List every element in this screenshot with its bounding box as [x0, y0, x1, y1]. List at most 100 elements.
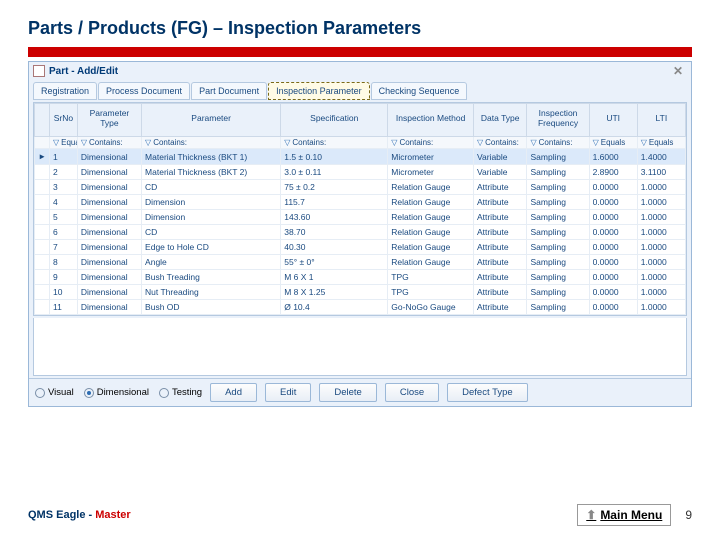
cell: 115.7: [281, 195, 388, 210]
row-indicator-icon: ▸: [35, 149, 50, 165]
close-icon[interactable]: ✕: [669, 64, 687, 78]
row-indicator-icon: [35, 225, 50, 240]
col-rowheader: [35, 104, 50, 137]
filter-lti[interactable]: ▽Equals: [637, 137, 685, 149]
col-param[interactable]: Parameter: [142, 104, 281, 137]
cell: CD: [142, 180, 281, 195]
radio-dimensional[interactable]: Dimensional: [84, 387, 149, 398]
cell: 0.0000: [589, 255, 637, 270]
cell: 1.0000: [637, 270, 685, 285]
defect-type-button[interactable]: Defect Type: [447, 383, 528, 402]
cell: Relation Gauge: [388, 255, 474, 270]
table-row[interactable]: 11DimensionalBush ODØ 10.4Go-NoGo GaugeA…: [35, 300, 686, 315]
filter-icon: ▽: [593, 138, 599, 147]
table-row[interactable]: ▸1DimensionalMaterial Thickness (BKT 1)1…: [35, 149, 686, 165]
cell: Sampling: [527, 225, 589, 240]
col-lti[interactable]: LTI: [637, 104, 685, 137]
grid-container: SrNo Parameter Type Parameter Specificat…: [33, 102, 687, 316]
row-indicator-icon: [35, 180, 50, 195]
cell: Bush Treading: [142, 270, 281, 285]
cell: 1.0000: [637, 180, 685, 195]
main-menu-button[interactable]: ⬆ Main Menu: [577, 504, 671, 526]
filter-spec[interactable]: ▽Contains:: [281, 137, 388, 149]
cell: Variable: [473, 165, 527, 180]
cell: Dimensional: [77, 210, 141, 225]
filter-ptype[interactable]: ▽Contains:: [77, 137, 141, 149]
filter-imethod[interactable]: ▽Contains:: [388, 137, 474, 149]
filter-icon: ▽: [477, 138, 483, 147]
table-row[interactable]: 4DimensionalDimension115.7Relation Gauge…: [35, 195, 686, 210]
cell: Dimensional: [77, 285, 141, 300]
cell: 1: [49, 149, 77, 165]
radio-group: Visual Dimensional Testing: [35, 387, 202, 398]
table-row[interactable]: 6DimensionalCD38.70Relation GaugeAttribu…: [35, 225, 686, 240]
cell: Sampling: [527, 285, 589, 300]
cell: 0.0000: [589, 225, 637, 240]
filter-row: ▽Equals ▽Contains: ▽Contains: ▽Contains:…: [35, 137, 686, 149]
table-row[interactable]: 2DimensionalMaterial Thickness (BKT 2)3.…: [35, 165, 686, 180]
cell: 38.70: [281, 225, 388, 240]
cell: 7: [49, 240, 77, 255]
add-button[interactable]: Add: [210, 383, 257, 402]
radio-testing[interactable]: Testing: [159, 387, 202, 398]
cell: 1.6000: [589, 149, 637, 165]
cell: Dimensional: [77, 240, 141, 255]
col-spec[interactable]: Specification: [281, 104, 388, 137]
document-icon: [33, 65, 45, 77]
cell: Sampling: [527, 149, 589, 165]
cell: Sampling: [527, 240, 589, 255]
cell: Dimension: [142, 195, 281, 210]
tab-inspection-parameter[interactable]: Inspection Parameter: [268, 82, 370, 100]
row-indicator-icon: [35, 270, 50, 285]
filter-icon: ▽: [641, 138, 647, 147]
edit-button[interactable]: Edit: [265, 383, 311, 402]
radio-visual[interactable]: Visual: [35, 387, 74, 398]
filter-ifreq[interactable]: ▽Contains:: [527, 137, 589, 149]
close-button[interactable]: Close: [385, 383, 439, 402]
cell: TPG: [388, 285, 474, 300]
filter-icon: ▽: [53, 138, 59, 147]
cell: Dimensional: [77, 300, 141, 315]
cell: Sampling: [527, 165, 589, 180]
table-row[interactable]: 10DimensionalNut ThreadingM 8 X 1.25TPGA…: [35, 285, 686, 300]
cell: Dimensional: [77, 270, 141, 285]
table-row[interactable]: 9DimensionalBush TreadingM 6 X 1TPGAttri…: [35, 270, 686, 285]
col-imethod[interactable]: Inspection Method: [388, 104, 474, 137]
col-dtype[interactable]: Data Type: [473, 104, 527, 137]
cell: 6: [49, 225, 77, 240]
filter-dtype[interactable]: ▽Contains:: [473, 137, 527, 149]
cell: Dimensional: [77, 180, 141, 195]
table-row[interactable]: 5DimensionalDimension143.60Relation Gaug…: [35, 210, 686, 225]
cell: Relation Gauge: [388, 180, 474, 195]
cell: Variable: [473, 149, 527, 165]
row-indicator-icon: [35, 240, 50, 255]
cell: 0.0000: [589, 285, 637, 300]
tabs: Registration Process Document Part Docum…: [29, 80, 691, 100]
window-title: Part - Add/Edit: [49, 66, 118, 77]
tab-process-document[interactable]: Process Document: [98, 82, 190, 100]
cell: 2: [49, 165, 77, 180]
row-indicator-icon: [35, 255, 50, 270]
table-row[interactable]: 3DimensionalCD75 ± 0.2Relation GaugeAttr…: [35, 180, 686, 195]
filter-srno[interactable]: ▽Equals: [49, 137, 77, 149]
col-ifreq[interactable]: Inspection Frequency: [527, 104, 589, 137]
tab-checking-sequence[interactable]: Checking Sequence: [371, 82, 468, 100]
cell: Angle: [142, 255, 281, 270]
filter-uti[interactable]: ▽Equals: [589, 137, 637, 149]
delete-button[interactable]: Delete: [319, 383, 376, 402]
cell: Attribute: [473, 270, 527, 285]
parameters-grid: SrNo Parameter Type Parameter Specificat…: [34, 103, 686, 315]
footer-brand: QMS Eagle - Master: [28, 509, 131, 521]
col-uti[interactable]: UTI: [589, 104, 637, 137]
filter-param[interactable]: ▽Contains:: [142, 137, 281, 149]
col-ptype[interactable]: Parameter Type: [77, 104, 141, 137]
cell: 1.5 ± 0.10: [281, 149, 388, 165]
cell: 143.60: [281, 210, 388, 225]
tab-registration[interactable]: Registration: [33, 82, 97, 100]
cell: 0.0000: [589, 240, 637, 255]
filter-icon: ▽: [81, 138, 87, 147]
tab-part-document[interactable]: Part Document: [191, 82, 267, 100]
col-srno[interactable]: SrNo: [49, 104, 77, 137]
table-row[interactable]: 7DimensionalEdge to Hole CD40.30Relation…: [35, 240, 686, 255]
table-row[interactable]: 8DimensionalAngle55° ± 0°Relation GaugeA…: [35, 255, 686, 270]
